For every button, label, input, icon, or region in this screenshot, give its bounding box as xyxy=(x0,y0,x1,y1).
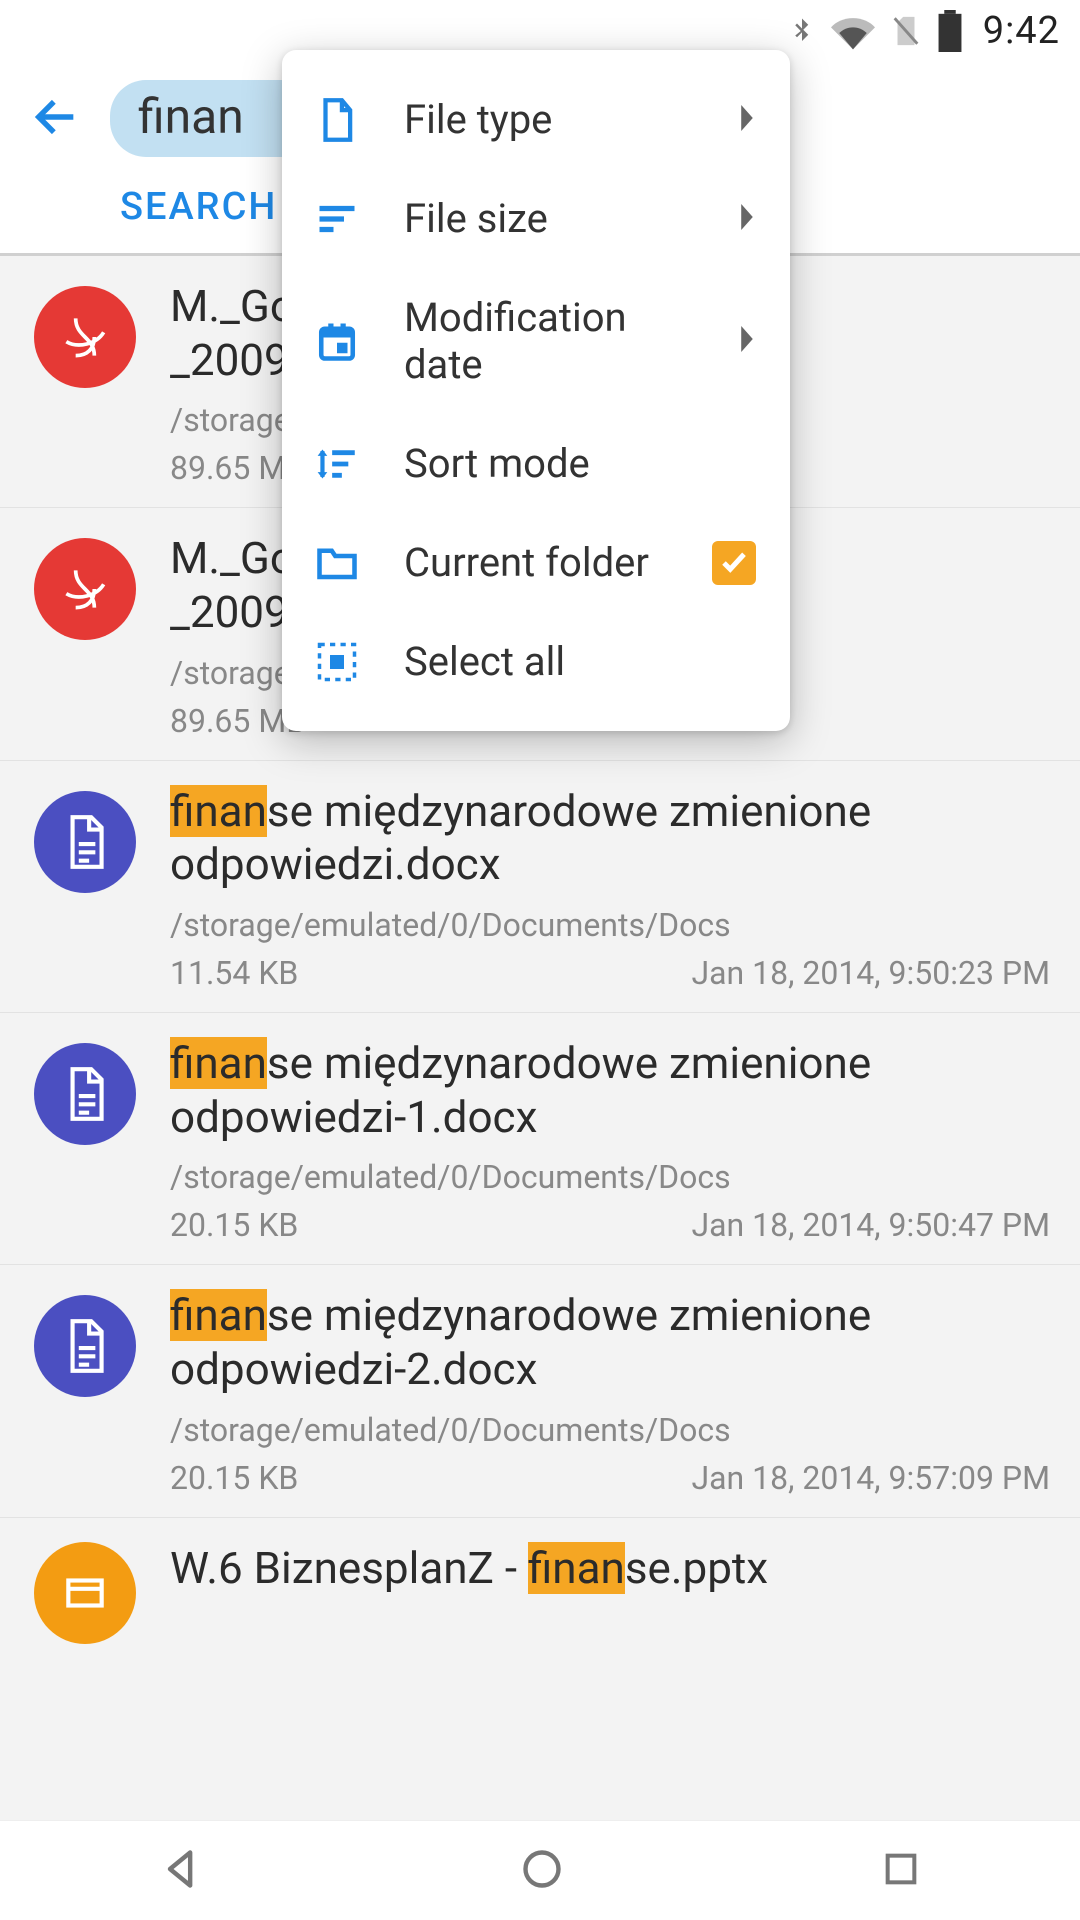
nav-home-icon[interactable] xyxy=(520,1847,564,1895)
checkbox-checked-icon[interactable] xyxy=(712,541,756,585)
search-highlight: finan xyxy=(170,785,267,837)
bluetooth-icon xyxy=(787,10,817,52)
result-info: finanse międzynarodowe zmienione odpowie… xyxy=(170,1289,1050,1496)
menu-label: File type xyxy=(404,96,692,143)
file-date: Jan 18, 2014, 9:57:09 PM xyxy=(691,1459,1050,1497)
chevron-right-icon xyxy=(738,204,756,234)
chevron-right-icon xyxy=(738,326,756,356)
file-meta: 20.15 KB Jan 18, 2014, 9:57:09 PM xyxy=(170,1459,1050,1497)
status-time: 9:42 xyxy=(983,9,1060,53)
folder-icon xyxy=(316,542,358,584)
file-name: finanse międzynarodowe zmienione odpowie… xyxy=(170,1289,1050,1396)
menu-label: Modification date xyxy=(404,294,692,388)
result-info: finanse międzynarodowe zmienione odpowie… xyxy=(170,1037,1050,1244)
menu-label: Current folder xyxy=(404,539,666,586)
menu-label: Sort mode xyxy=(404,440,756,487)
select-all-icon xyxy=(316,641,358,683)
menu-label: Select all xyxy=(404,638,756,685)
file-name: W.6 BiznesplanZ - finanse.pptx xyxy=(170,1542,1050,1596)
file-path: /storage/emulated/0/Documents/Docs xyxy=(170,1411,1050,1449)
file-date: Jan 18, 2014, 9:50:23 PM xyxy=(691,954,1050,992)
result-row[interactable]: finanse międzynarodowe zmienione odpowie… xyxy=(0,1013,1080,1265)
file-meta: 20.15 KB Jan 18, 2014, 9:50:47 PM xyxy=(170,1206,1050,1244)
file-name: finanse międzynarodowe zmienione odpowie… xyxy=(170,1037,1050,1144)
search-highlight: finan xyxy=(170,1037,267,1089)
result-info: W.6 BiznesplanZ - finanse.pptx xyxy=(170,1542,1050,1644)
ppt-icon xyxy=(34,1542,136,1644)
wifi-icon xyxy=(831,12,875,50)
file-name: finanse międzynarodowe zmienione odpowie… xyxy=(170,785,1050,892)
battery-icon xyxy=(937,10,963,52)
menu-file-size[interactable]: File size xyxy=(282,169,790,268)
doc-icon xyxy=(34,1043,136,1145)
chevron-right-icon xyxy=(738,105,756,135)
sort-mode-icon xyxy=(316,443,358,485)
pdf-icon xyxy=(34,286,136,388)
search-highlight: finan xyxy=(170,1289,267,1341)
doc-icon xyxy=(34,1295,136,1397)
file-icon xyxy=(316,99,358,141)
back-arrow-icon[interactable] xyxy=(30,91,82,147)
menu-sort-mode[interactable]: Sort mode xyxy=(282,414,790,513)
pdf-icon xyxy=(34,538,136,640)
system-nav-bar xyxy=(0,1820,1080,1920)
nav-recent-icon[interactable] xyxy=(881,1849,921,1893)
nav-back-icon[interactable] xyxy=(159,1847,203,1895)
result-info: finanse międzynarodowe zmienione odpowie… xyxy=(170,785,1050,992)
menu-label: File size xyxy=(404,195,692,242)
search-highlight: finan xyxy=(528,1542,625,1594)
filter-menu: File type File size Modification date So… xyxy=(282,50,790,731)
doc-icon xyxy=(34,791,136,893)
result-row[interactable]: W.6 BiznesplanZ - finanse.pptx xyxy=(0,1518,1080,1644)
menu-current-folder[interactable]: Current folder xyxy=(282,513,790,612)
menu-file-type[interactable]: File type xyxy=(282,70,790,169)
menu-modification-date[interactable]: Modification date xyxy=(282,268,790,414)
file-size: 20.15 KB xyxy=(170,1206,298,1244)
file-size: 11.54 KB xyxy=(170,954,298,992)
sort-bars-icon xyxy=(316,198,358,240)
file-path: /storage/emulated/0/Documents/Docs xyxy=(170,1158,1050,1196)
menu-select-all[interactable]: Select all xyxy=(282,612,790,711)
file-meta: 11.54 KB Jan 18, 2014, 9:50:23 PM xyxy=(170,954,1050,992)
calendar-icon xyxy=(316,320,358,362)
file-size: 20.15 KB xyxy=(170,1459,298,1497)
file-path: /storage/emulated/0/Documents/Docs xyxy=(170,906,1050,944)
result-row[interactable]: finanse międzynarodowe zmienione odpowie… xyxy=(0,1265,1080,1517)
result-row[interactable]: finanse międzynarodowe zmienione odpowie… xyxy=(0,761,1080,1013)
file-date: Jan 18, 2014, 9:50:47 PM xyxy=(691,1206,1050,1244)
no-sim-icon xyxy=(889,10,923,52)
